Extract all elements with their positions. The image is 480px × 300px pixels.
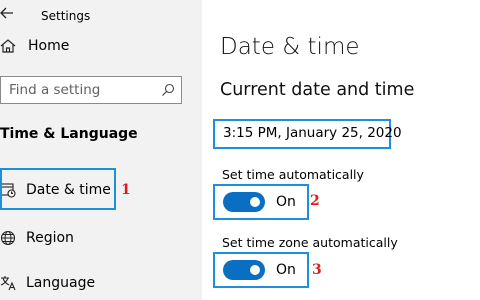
search-input[interactable] bbox=[1, 77, 159, 103]
search-icon[interactable] bbox=[161, 83, 175, 97]
app-title: Settings bbox=[41, 9, 91, 23]
date-time-highlight-box bbox=[0, 168, 116, 210]
home-icon bbox=[0, 39, 16, 53]
current-datetime: 3:15 PM, January 25, 2020 bbox=[223, 125, 402, 141]
annotation-marker-3: 3 bbox=[312, 262, 322, 278]
annotation-marker-1: 1 bbox=[121, 182, 131, 198]
page-title: Date & time bbox=[220, 34, 360, 60]
home-nav-item[interactable]: Home bbox=[0, 34, 69, 58]
back-arrow-icon[interactable] bbox=[0, 6, 14, 20]
sidebar-item-region[interactable]: Region bbox=[0, 226, 74, 250]
toggle-state-label: On bbox=[276, 262, 296, 278]
sidebar-section-title: Time & Language bbox=[0, 126, 138, 142]
toggle-state-label: On bbox=[276, 194, 296, 210]
set-time-zone-automatically-toggle[interactable] bbox=[223, 260, 265, 280]
set-time-automatically-toggle[interactable] bbox=[223, 192, 265, 212]
toggle-knob bbox=[250, 197, 260, 207]
sidebar-item-label: Region bbox=[26, 230, 74, 246]
sidebar-item-label: Language bbox=[26, 275, 96, 291]
home-label: Home bbox=[28, 38, 70, 54]
search-box[interactable] bbox=[0, 76, 182, 104]
sidebar: Settings Home Time & Language Date & tim… bbox=[0, 0, 202, 300]
globe-icon bbox=[0, 230, 16, 246]
set-time-zone-automatically-label: Set time zone automatically bbox=[222, 235, 398, 250]
language-icon bbox=[0, 276, 16, 291]
set-time-automatically-label: Set time automatically bbox=[222, 167, 364, 182]
section-heading: Current date and time bbox=[220, 80, 415, 100]
sidebar-item-language[interactable]: Language bbox=[0, 271, 95, 295]
annotation-marker-2: 2 bbox=[310, 193, 320, 209]
toggle-knob bbox=[250, 265, 260, 275]
